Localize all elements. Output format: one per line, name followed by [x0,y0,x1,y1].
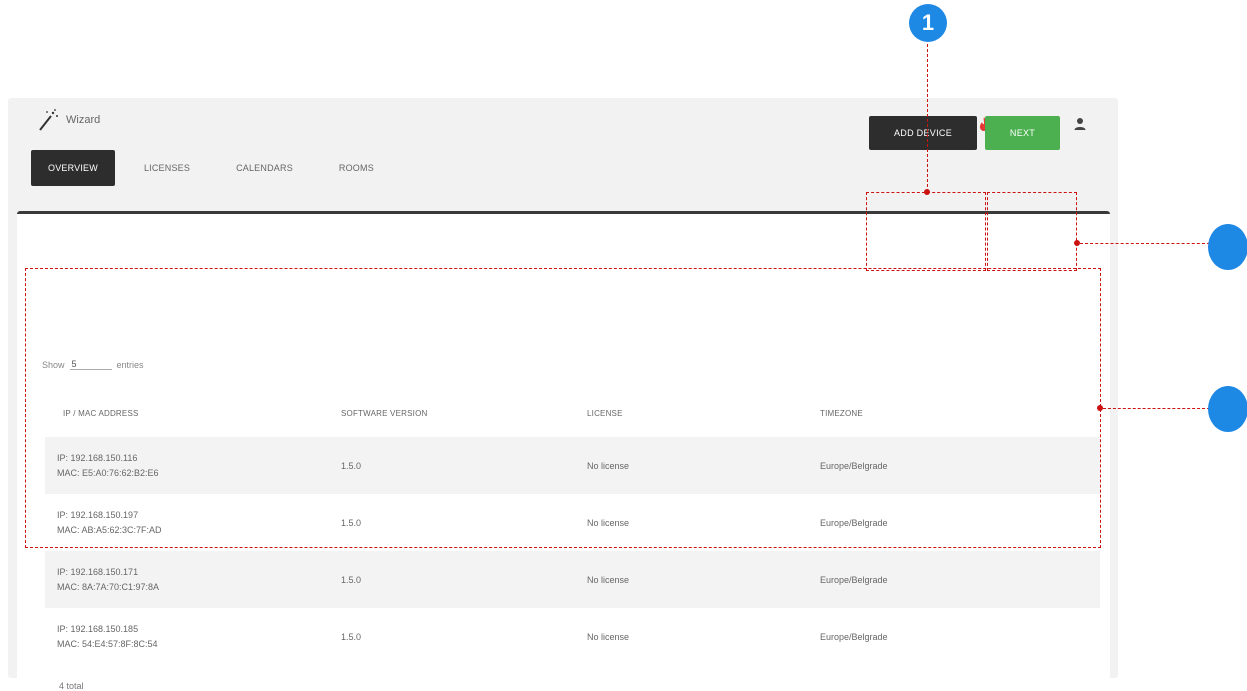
ip-mac-cell: IP: 192.168.150.185 MAC: 54:E4:57:8F:8C:… [45,622,341,652]
next-button[interactable]: NEXT [985,116,1060,150]
mac-address: MAC: 8A:7A:70:C1:97:8A [57,581,160,592]
tab-overview[interactable]: OVERVIEW [31,150,115,186]
annotation-box-add-device [866,192,986,271]
annotation-line-1 [927,44,928,192]
ip-mac-cell: IP: 192.168.150.171 MAC: 8A:7A:70:C1:97:… [45,565,341,595]
tab-licenses[interactable]: LICENSES [127,150,207,186]
brand: Wizard [36,108,100,132]
tab-rooms[interactable]: ROOMS [322,150,391,186]
software-version-cell: 1.5.0 [341,631,362,642]
user-icon[interactable] [1072,116,1088,132]
total-count: 4 total [59,681,84,691]
tab-calendars[interactable]: CALENDARS [219,150,310,186]
main-nav: OVERVIEW LICENSES CALENDARS ROOMS [31,150,403,186]
annotation-box-table [25,268,1101,548]
ip-address: IP: 192.168.150.185 [57,623,139,634]
annotation-marker-1: 1 [909,4,947,42]
timezone-cell: Europe/Belgrade [820,574,888,585]
annotation-marker-2 [1208,224,1247,270]
add-device-button[interactable]: ADD DEVICE [869,116,977,150]
table-row[interactable]: IP: 192.168.150.185 MAC: 54:E4:57:8F:8C:… [45,608,1100,665]
timezone-cell: Europe/Belgrade [820,631,888,642]
annotation-box-next [987,192,1077,271]
annotation-line-3 [1103,408,1210,409]
license-cell: No license [587,631,630,642]
app-name: Wizard [66,114,101,126]
mac-address: MAC: 54:E4:57:8F:8C:54 [57,638,158,649]
annotation-marker-3 [1208,386,1247,432]
table-row[interactable]: IP: 192.168.150.171 MAC: 8A:7A:70:C1:97:… [45,551,1100,608]
license-cell: No license [587,574,630,585]
annotation-line-2 [1080,243,1210,244]
wand-logo-icon [39,109,58,131]
ip-address: IP: 192.168.150.171 [57,566,139,577]
software-version-cell: 1.5.0 [341,574,362,585]
